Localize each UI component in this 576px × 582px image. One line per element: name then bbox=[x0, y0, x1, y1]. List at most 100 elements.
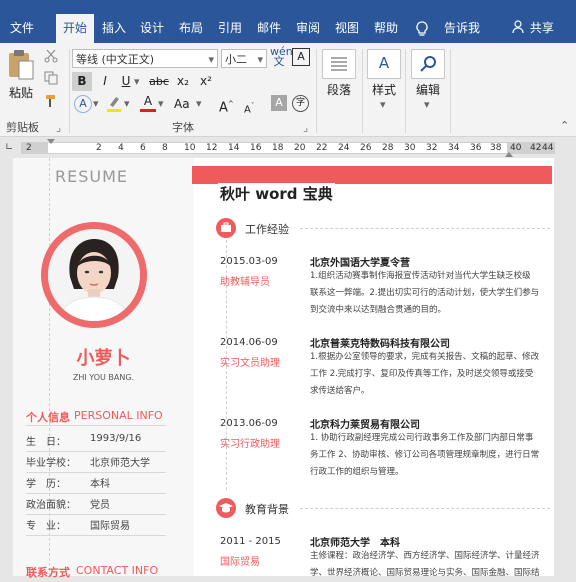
dialog-launcher-icon[interactable]: ⌟ bbox=[56, 121, 61, 134]
dialog-launcher-icon[interactable]: ⌟ bbox=[303, 121, 308, 134]
ruler-tick: 20 bbox=[294, 143, 306, 153]
job-description: 1. 协助行政副经理完成公司行政事务工作及部门内部日常事 务工作 2、协助审核、… bbox=[310, 430, 540, 481]
ruler-tick: 4 bbox=[118, 143, 124, 153]
info-value: 本科 bbox=[90, 479, 110, 490]
font-name-value: 等线 (中文正文) bbox=[76, 53, 155, 66]
superscript-button[interactable]: x² bbox=[197, 72, 215, 91]
tab-file[interactable]: 文件 bbox=[10, 14, 34, 43]
ruler-tick: 24 bbox=[338, 143, 350, 153]
chevron-down-icon: ▾ bbox=[257, 53, 263, 66]
font-name-combo[interactable]: 等线 (中文正文) ▾ bbox=[72, 49, 218, 68]
text-effects-icon[interactable]: A bbox=[74, 95, 92, 113]
tell-me-search[interactable]: 告诉我 bbox=[444, 14, 480, 43]
contact-info-title: 联系方式 bbox=[26, 566, 70, 579]
underline-button[interactable]: U bbox=[118, 72, 134, 91]
tab-layout[interactable]: 布局 bbox=[179, 14, 203, 43]
character-border-icon[interactable]: A bbox=[292, 48, 310, 66]
resume-name: 小萝卜 bbox=[76, 348, 131, 369]
shrink-font-button[interactable]: Aˇ bbox=[244, 98, 254, 118]
tab-view[interactable]: 视图 bbox=[335, 14, 359, 43]
info-row: 学 历： 本科 bbox=[26, 472, 166, 494]
ruler-tick: 2 bbox=[96, 143, 102, 153]
tab-review[interactable]: 审阅 bbox=[296, 14, 320, 43]
ribbon: 粘贴 剪贴板 ⌟ 等线 (中文正文) ▾ 小二 ▾ wén 文 A B I U ▾… bbox=[0, 43, 576, 137]
briefcase-icon bbox=[216, 218, 236, 238]
format-painter-icon[interactable] bbox=[44, 94, 58, 111]
description-line: 求传送给客户。 bbox=[310, 386, 370, 396]
personal-info-title-en: PERSONAL INFO bbox=[74, 409, 163, 422]
bold-button[interactable]: B bbox=[72, 72, 92, 91]
font-size-combo[interactable]: 小二 ▾ bbox=[221, 49, 267, 68]
ruler-tick: 8 bbox=[162, 143, 168, 153]
avatar bbox=[48, 229, 140, 321]
change-case-button[interactable]: Aa bbox=[174, 95, 190, 113]
resume-name-en: ZHI YOU BANG. bbox=[72, 373, 135, 382]
tab-selector-icon[interactable]: ∟ bbox=[5, 142, 13, 153]
contact-info-title-en: CONTACT INFO bbox=[76, 564, 159, 577]
clipboard-group-label: 剪贴板 bbox=[6, 121, 39, 134]
right-indent-marker[interactable] bbox=[505, 152, 513, 157]
description-line: 1.根据办公室领导的要求，完成有关报告、文稿的起草、修改 bbox=[310, 352, 540, 362]
ruler-tick: 14 bbox=[228, 143, 240, 153]
info-value: 北京师范大学 bbox=[90, 458, 150, 469]
italic-button[interactable]: I bbox=[97, 72, 113, 91]
tab-mailings[interactable]: 邮件 bbox=[257, 14, 281, 43]
copy-icon[interactable] bbox=[44, 71, 58, 88]
group-separator bbox=[316, 49, 317, 133]
info-label: 毕业学校： bbox=[26, 458, 76, 469]
description-line: 联系这一弊端。2.提出切实可行的活动计划，使大学生们参与 bbox=[310, 288, 540, 298]
chevron-down-icon[interactable]: ▾ bbox=[380, 98, 386, 111]
personal-info-title: 个人信息 bbox=[26, 411, 70, 424]
cut-icon[interactable] bbox=[44, 49, 58, 66]
chevron-down-icon[interactable]: ▾ bbox=[93, 95, 99, 113]
tab-home[interactable]: 开始 bbox=[56, 14, 94, 43]
ruler-tick: 26 bbox=[360, 143, 372, 153]
person-icon bbox=[512, 20, 524, 34]
font-group-label: 字体 bbox=[172, 121, 194, 134]
chevron-down-icon[interactable]: ▾ bbox=[158, 95, 164, 113]
search-icon[interactable] bbox=[411, 49, 445, 79]
tab-design[interactable]: 设计 bbox=[140, 14, 164, 43]
first-line-indent-marker[interactable] bbox=[47, 139, 55, 144]
share-button[interactable]: 共享 bbox=[512, 14, 554, 43]
ruler-tick: 36 bbox=[470, 143, 482, 153]
paste-button[interactable]: 粘贴 bbox=[5, 49, 37, 101]
tab-help[interactable]: 帮助 bbox=[374, 14, 398, 43]
tab-references[interactable]: 引用 bbox=[218, 14, 242, 43]
job-description: 1.组织活动赛事制作海报宣传活动针对当代大学生缺乏校级 联系这一弊端。2.提出切… bbox=[310, 268, 540, 319]
highlight-color-icon[interactable] bbox=[106, 95, 122, 116]
description-line: 务工作 2、协助审核、修订公司各项管理规章制度，进行日常 bbox=[310, 450, 540, 460]
phonetic-guide-icon[interactable]: wén 文 bbox=[270, 46, 293, 67]
font-color-button[interactable]: A bbox=[140, 93, 156, 112]
edu-school: 北京师范大学 本科 bbox=[310, 538, 400, 549]
portrait-photo bbox=[48, 229, 140, 321]
chevron-down-icon[interactable]: ▾ bbox=[134, 72, 140, 91]
horizontal-ruler[interactable]: 2 2 4 6 8 10 12 14 16 18 20 22 24 26 28 … bbox=[21, 142, 555, 154]
character-shading-icon[interactable]: A bbox=[271, 95, 287, 111]
paragraph-icon[interactable] bbox=[322, 49, 356, 79]
info-label: 生 日： bbox=[26, 437, 66, 448]
paragraph-label[interactable]: 段落 bbox=[327, 81, 351, 98]
font-size-value: 小二 bbox=[225, 53, 247, 66]
job-description: 1.根据办公室领导的要求，完成有关报告、文稿的起草、修改 工作 2.完成打字、复… bbox=[310, 349, 540, 400]
divider bbox=[300, 228, 550, 229]
group-separator bbox=[362, 49, 363, 133]
enclose-characters-icon[interactable]: 字 bbox=[292, 95, 309, 112]
lightbulb-icon bbox=[415, 14, 429, 43]
document-title: 秋叶 word 宝典 bbox=[218, 183, 335, 204]
tab-insert[interactable]: 插入 bbox=[102, 14, 126, 43]
collapse-ribbon-icon[interactable]: ⌃ bbox=[560, 119, 569, 132]
styles-label[interactable]: 样式 bbox=[372, 81, 396, 98]
chevron-down-icon[interactable]: ▾ bbox=[196, 95, 202, 113]
styles-icon[interactable]: A bbox=[367, 49, 401, 79]
chevron-down-icon[interactable]: ▾ bbox=[124, 95, 130, 113]
ruler-tick: 2 bbox=[26, 143, 32, 153]
grow-font-button[interactable]: A^ bbox=[219, 95, 234, 117]
description-line: 主修课程：政治经济学、西方经济学、国际经济学、计量经济 bbox=[310, 551, 540, 561]
subscript-button[interactable]: x₂ bbox=[174, 72, 192, 91]
edu-date: 2011 - 2015 bbox=[220, 536, 281, 547]
strikethrough-button[interactable]: abc bbox=[148, 72, 170, 91]
chevron-down-icon[interactable]: ▾ bbox=[424, 98, 430, 111]
chevron-down-icon: ▾ bbox=[208, 53, 214, 66]
editing-label[interactable]: 编辑 bbox=[416, 81, 440, 98]
